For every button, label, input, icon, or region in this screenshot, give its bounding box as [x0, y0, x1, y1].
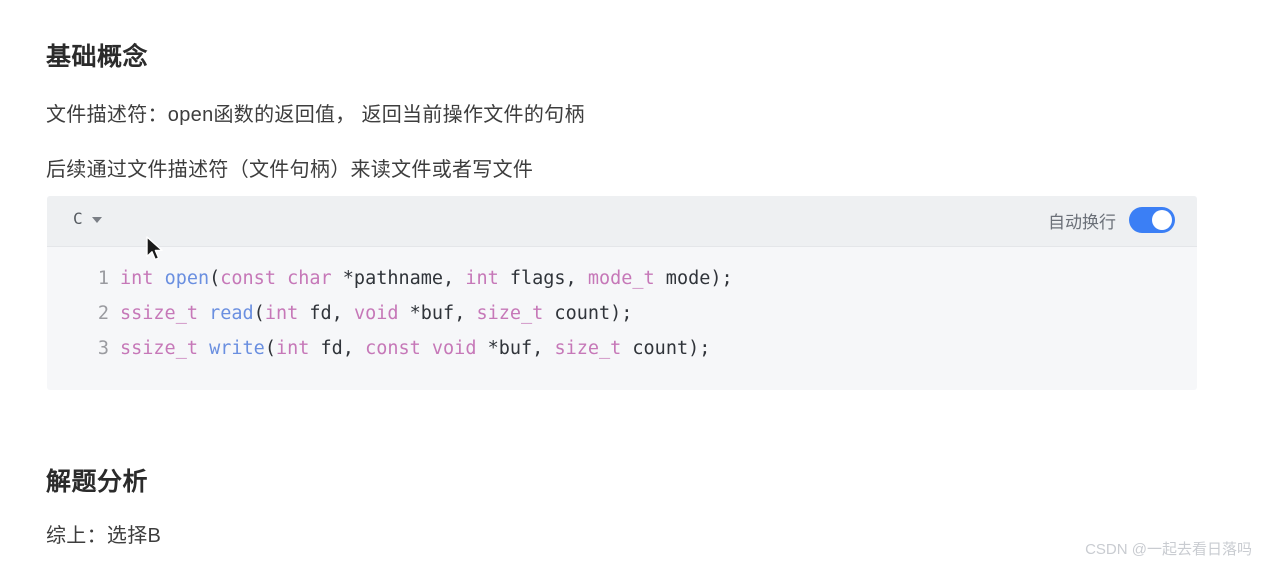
code-token: *buf,	[476, 338, 555, 359]
code-token: void	[353, 303, 399, 324]
code-token: size_t	[554, 338, 622, 359]
section-title-analysis: 解题分析	[46, 467, 149, 496]
code-token: count);	[543, 303, 633, 324]
chevron-down-icon	[91, 217, 102, 223]
code-token: (	[253, 303, 265, 324]
code-line-text: int open(const char *pathname, int flags…	[120, 261, 733, 296]
code-token: int	[465, 268, 499, 289]
code-token: const void	[365, 338, 477, 359]
word-wrap-toggle[interactable]	[1129, 207, 1175, 233]
code-line-text: ssize_t write(int fd, const void *buf, s…	[120, 331, 710, 366]
code-block: C 自动换行 1 int open(const char *pathname, i…	[47, 196, 1197, 390]
code-token: fd,	[298, 303, 354, 324]
code-token: int	[275, 338, 310, 359]
section-title-basics: 基础概念	[46, 42, 149, 71]
code-token: write	[209, 338, 265, 359]
paragraph-read-write: 后续通过文件描述符（文件句柄）来读文件或者写文件	[46, 159, 534, 181]
language-selector[interactable]: C	[73, 209, 102, 228]
code-token: int	[120, 268, 154, 289]
line-number: 3	[97, 338, 109, 359]
code-token: fd,	[309, 338, 366, 359]
code-line: 2 ssize_t read(int fd, void *buf, size_t …	[47, 296, 1197, 331]
language-label: C	[73, 209, 83, 228]
line-number: 2	[97, 303, 109, 324]
code-token: *pathname,	[331, 268, 466, 289]
code-line: 1 int open(const char *pathname, int flag…	[47, 261, 1197, 296]
code-token: mode_t	[587, 268, 655, 289]
code-token: flags,	[498, 268, 588, 289]
code-token: ssize_t	[120, 303, 198, 324]
paragraph-file-descriptor: 文件描述符：open函数的返回值， 返回当前操作文件的句柄	[46, 104, 585, 126]
code-token: open	[164, 268, 210, 289]
word-wrap-control[interactable]: 自动换行	[1048, 207, 1175, 233]
code-token: const char	[220, 268, 332, 289]
code-block-header: C 自动换行	[47, 196, 1197, 247]
code-token: int	[264, 303, 299, 324]
article-page: 基础概念 文件描述符：open函数的返回值， 返回当前操作文件的句柄 后续通过文…	[0, 0, 1270, 572]
code-token: (	[264, 338, 276, 359]
code-token: count);	[621, 338, 711, 359]
line-number: 1	[97, 268, 109, 289]
code-token: read	[209, 303, 254, 324]
toggle-knob	[1152, 210, 1172, 230]
code-line: 3 ssize_t write(int fd, const void *buf, …	[47, 331, 1197, 366]
paragraph-conclusion: 综上：选择B	[46, 525, 162, 547]
word-wrap-label: 自动换行	[1048, 212, 1116, 232]
code-token: (	[209, 268, 221, 289]
code-content[interactable]: 1 int open(const char *pathname, int flag…	[47, 247, 1197, 366]
csdn-watermark: CSDN @一起去看日落吗	[1085, 541, 1252, 558]
code-token: ssize_t	[120, 338, 198, 359]
code-line-text: ssize_t read(int fd, void *buf, size_t c…	[120, 296, 632, 331]
code-token: *buf,	[398, 303, 477, 324]
code-token: mode);	[654, 268, 733, 289]
code-token: size_t	[476, 303, 544, 324]
